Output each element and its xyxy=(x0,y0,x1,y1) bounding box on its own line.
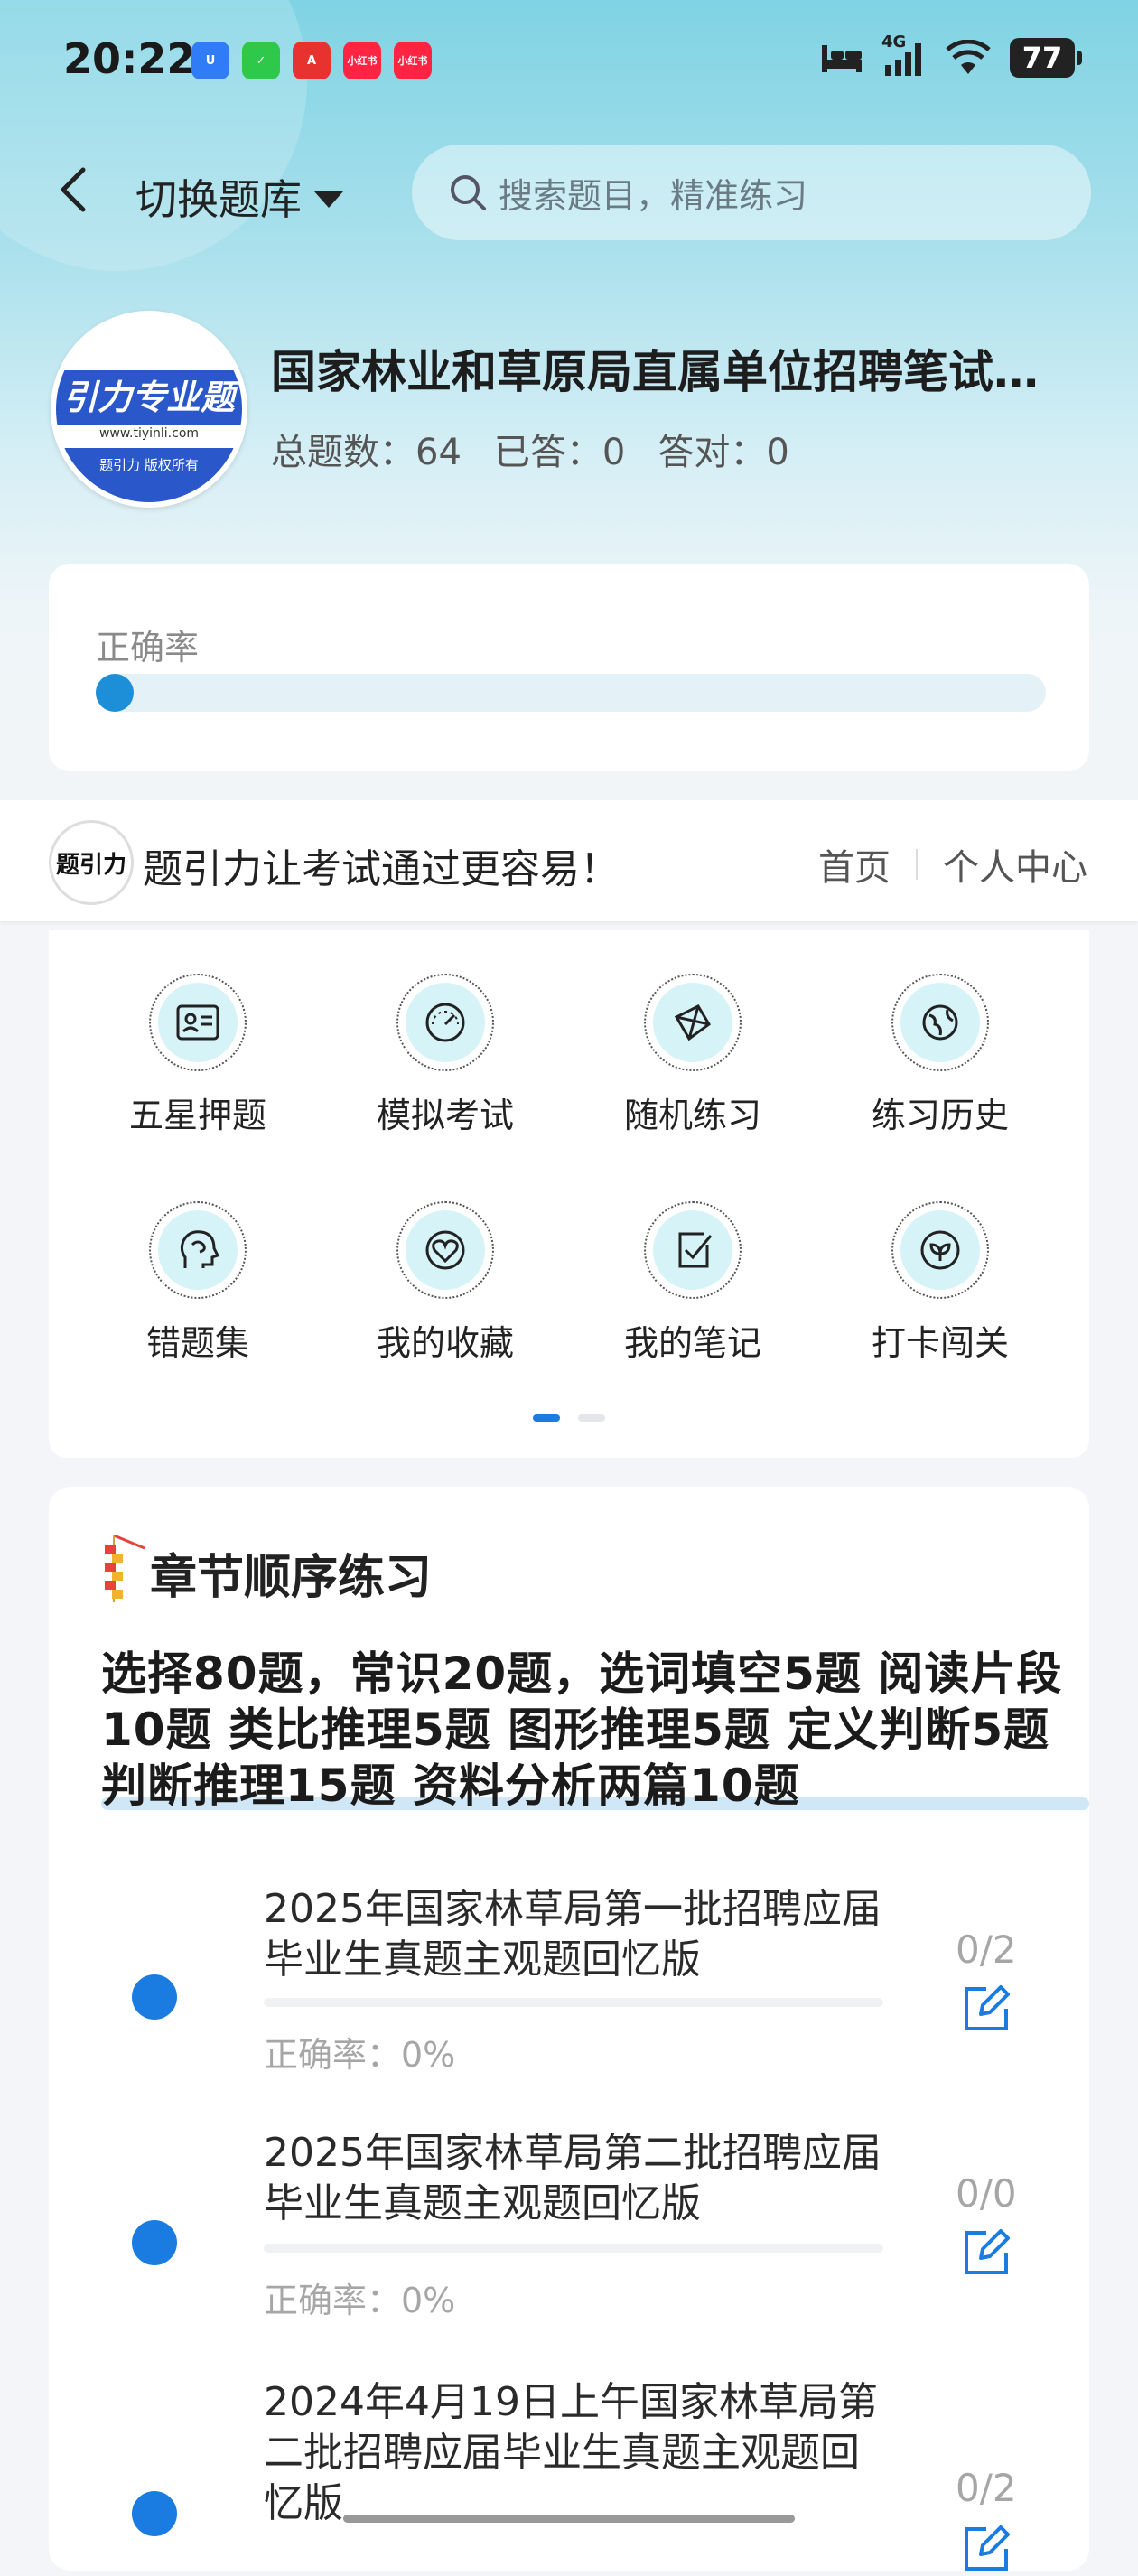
chapter-count: 0/2 xyxy=(956,1927,1017,1972)
search-icon xyxy=(451,175,486,210)
grid-label: 模拟考试 xyxy=(376,1096,514,1135)
switch-bank-button[interactable]: 切换题库 xyxy=(135,167,343,227)
xiaohongshu-icon: 小红书 xyxy=(343,42,381,79)
grid-label: 打卡闯关 xyxy=(871,1323,1009,1363)
grid-label: 随机练习 xyxy=(623,1096,761,1135)
battery-indicator: 77 xyxy=(1010,38,1082,78)
grid-label: 练习历史 xyxy=(871,1096,1009,1135)
clock: 20:22 xyxy=(63,34,196,83)
chapter-accuracy: 正确率：0% xyxy=(264,2281,456,2320)
divider xyxy=(916,849,918,880)
edit-icon[interactable] xyxy=(959,2522,1013,2576)
chapter-count: 0/2 xyxy=(956,2466,1017,2510)
chapter-item[interactable]: 2025年国家林草局第一批招聘应届毕业生真题主观题回忆版 正确率：0% 0/2 xyxy=(49,1884,1089,2119)
grid-item-random-practice[interactable]: 随机练习 xyxy=(569,930,816,1137)
shield-app-icon: U xyxy=(191,42,229,79)
chapter-section-title: 章节顺序练习 xyxy=(150,1551,433,1605)
grid-label: 我的笔记 xyxy=(623,1323,761,1363)
brain-head-icon xyxy=(180,1230,220,1268)
chapter-count: 0/0 xyxy=(956,2171,1017,2216)
search-placeholder: 搜索题目，精准练习 xyxy=(499,175,808,216)
bank-stats: 总题数：64 已答：0 答对：0 xyxy=(271,423,789,475)
grid-item-notes[interactable]: 我的笔记 xyxy=(569,1158,816,1365)
chapter-item[interactable]: 2024年4月19日上午国家林草局第二批招聘应届毕业生真题主观题回忆版 0/2 xyxy=(49,2377,1089,2571)
grid-item-wrong-questions[interactable]: 错题集 xyxy=(74,1158,322,1365)
home-link[interactable]: 首页 xyxy=(818,838,891,891)
grid-item-mock-exam[interactable]: 模拟考试 xyxy=(322,930,569,1137)
edit-icon[interactable] xyxy=(959,1982,1013,2036)
chapter-bullet xyxy=(132,1974,177,2020)
chapter-practice-card: 章节顺序练习 选择80题，常识20题，选词填空5题 阅读片段10题 类比推理5题… xyxy=(49,1487,1089,2571)
globe-icon xyxy=(922,1004,958,1041)
heart-icon xyxy=(425,1230,465,1270)
profile-link[interactable]: 个人中心 xyxy=(943,838,1087,891)
firecracker-icon xyxy=(105,1534,145,1602)
id-card-icon xyxy=(176,1004,219,1041)
app-banner: 题引力 题引力让考试通过更容易！ 首页 个人中心 xyxy=(0,800,1138,921)
wifi-icon xyxy=(946,40,991,74)
notification-icons: U ✓ A 小红书 小红书 xyxy=(191,42,432,79)
chapter-progress-bar xyxy=(264,1998,883,2007)
leaf-badge-icon xyxy=(920,1230,960,1270)
edit-icon[interactable] xyxy=(959,2226,1013,2280)
banner-slogan: 题引力让考试通过更容易！ xyxy=(143,846,620,892)
total-questions: 总题数：64 xyxy=(271,432,462,473)
chapter-progress-bar xyxy=(264,2244,883,2253)
grid-label: 五星押题 xyxy=(128,1096,266,1135)
grid-pager[interactable] xyxy=(533,1414,605,1422)
search-input[interactable]: 搜索题目，精准练习 xyxy=(412,145,1091,240)
network-icon xyxy=(674,1004,711,1041)
pager-dot[interactable] xyxy=(578,1414,605,1422)
feature-grid: 五星押题 模拟考试 随机练习 练习历史 错题集 我的收藏 我的笔记 打卡闯关 xyxy=(49,930,1089,1458)
back-arrow-icon[interactable] xyxy=(51,163,96,217)
chapter-accuracy: 正确率：0% xyxy=(264,2035,456,2075)
grid-item-history[interactable]: 练习历史 xyxy=(816,930,1064,1137)
answered-count: 已答：0 xyxy=(493,432,626,473)
wechat-icon: ✓ xyxy=(242,42,280,79)
banner-nav: 首页 个人中心 xyxy=(818,838,1087,891)
logo-url: www.tiyinli.com xyxy=(98,426,200,441)
chapter-name: 2024年4月19日上午国家林草局第二批招聘应届毕业生真题主观题回忆版 xyxy=(264,2379,878,2526)
logo-footer: 题引力 版权所有 xyxy=(56,448,242,502)
chapter-name: 2025年国家林草局第二批招聘应届毕业生真题主观题回忆版 xyxy=(264,2130,881,2226)
grid-item-five-star[interactable]: 五星押题 xyxy=(74,930,322,1137)
caret-down-icon xyxy=(314,191,343,208)
status-bar: 20:22 U ✓ A 小红书 小红书 4G 77 xyxy=(0,0,1138,126)
grid-item-favorites[interactable]: 我的收藏 xyxy=(322,1158,569,1365)
accuracy-progress-bar xyxy=(96,674,1046,712)
bank-title: 国家林业和草原局直属单位招聘笔试… xyxy=(271,346,1039,398)
gauge-icon xyxy=(425,1003,465,1042)
chapter-bullet xyxy=(132,2220,177,2265)
chapter-description: 选择80题，常识20题，选词填空5题 阅读片段10题 类比推理5题 图形推理5题… xyxy=(101,1647,1063,1812)
accuracy-card: 正确率 xyxy=(49,564,1089,771)
correct-count: 答对：0 xyxy=(658,432,789,473)
pager-dot-active[interactable] xyxy=(533,1414,560,1422)
a-app-icon: A xyxy=(293,42,331,79)
grid-label: 错题集 xyxy=(145,1323,249,1363)
question-bank-logo: 引力专业题 www.tiyinli.com 题引力 版权所有 xyxy=(51,311,247,508)
checked-note-icon xyxy=(678,1232,713,1268)
xiaohongshu-icon: 小红书 xyxy=(394,42,432,79)
accuracy-label: 正确率 xyxy=(96,628,200,667)
logo-text: 引力专业题 xyxy=(56,370,242,425)
cellular-signal-icon: 4G xyxy=(881,33,927,78)
tiyinli-logo: 题引力 xyxy=(49,820,134,905)
system-icons: 4G 77 xyxy=(820,33,1082,78)
chapter-bullet xyxy=(132,2491,177,2536)
chapter-item[interactable]: 2025年国家林草局第二批招聘应届毕业生真题主观题回忆版 正确率：0% 0/0 xyxy=(49,2128,1089,2363)
accuracy-progress-knob xyxy=(96,674,134,712)
gesture-home-bar[interactable] xyxy=(343,2515,795,2523)
grid-item-checkin[interactable]: 打卡闯关 xyxy=(816,1158,1064,1365)
grid-label: 我的收藏 xyxy=(376,1323,514,1363)
chapter-name: 2025年国家林草局第一批招聘应届毕业生真题主观题回忆版 xyxy=(264,1886,881,1983)
sleep-mode-icon xyxy=(822,45,862,72)
switch-bank-label: 切换题库 xyxy=(135,175,302,224)
